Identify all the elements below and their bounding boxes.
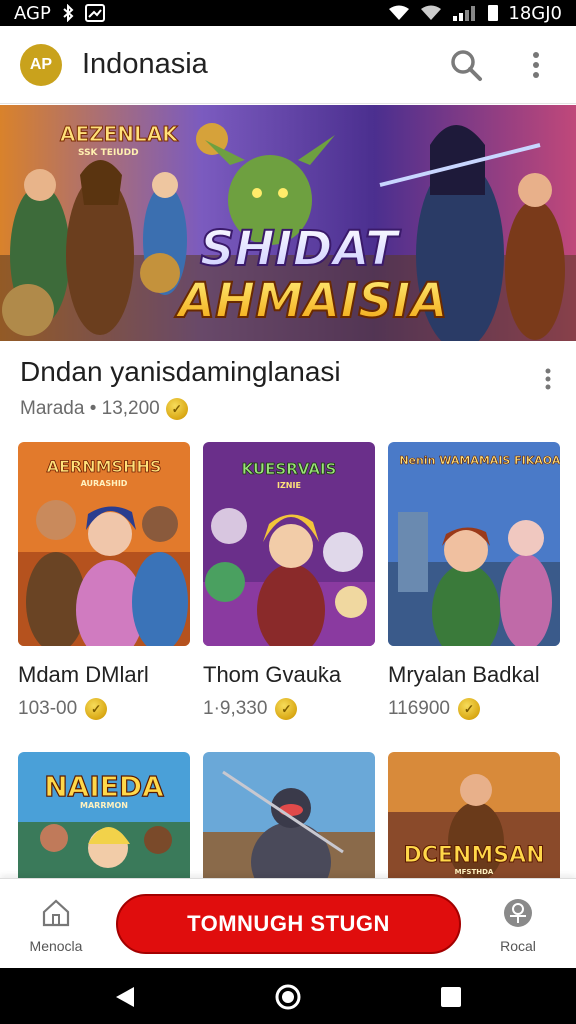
more-vert-icon — [533, 51, 539, 78]
game-title: Thom Gvauk̇a — [203, 662, 342, 687]
banner-title-line2: AHMAISIA — [174, 273, 448, 329]
game-price-row: 116900 ✓ — [388, 698, 560, 720]
home-button[interactable] — [273, 982, 303, 1012]
game-price: 116900 — [388, 698, 450, 719]
status-left-text: AGP — [14, 2, 51, 24]
account-nav-item[interactable]: Rocal — [488, 897, 548, 954]
banner-logo-line1: AEZENLAK — [60, 122, 179, 146]
game-card-4[interactable]: NAIEDA MARRMON — [18, 752, 190, 878]
game-art-5 — [203, 752, 375, 878]
app-actions — [446, 45, 556, 85]
recents-button[interactable] — [436, 982, 466, 1012]
back-icon — [116, 987, 134, 1007]
home-nav-label: Menocla — [29, 938, 83, 954]
game-card-art: Nenin WAMAMAIS FIKAOABS — [388, 442, 560, 646]
game-title: Mdam DMlarl — [18, 662, 149, 687]
status-time: 18GJ0 — [508, 2, 562, 24]
game-price: 1·9,330 — [203, 698, 268, 719]
status-left: AGP — [14, 3, 105, 24]
banner-title-line1: SHIDAT — [200, 221, 401, 277]
game-art-title: AERNMSHHS — [47, 457, 162, 476]
game-art-subtitle: AURASHID — [81, 479, 128, 488]
home-circle-icon — [275, 984, 301, 1010]
section-header: Dndan yanisdaminglanasi Marada • 13,200 … — [20, 356, 560, 420]
status-bar: AGP 18GJ0 — [0, 0, 576, 26]
search-button[interactable] — [446, 45, 486, 85]
game-card-5[interactable] — [203, 752, 375, 878]
image-notification-icon — [84, 4, 105, 22]
wifi-icon — [389, 5, 410, 20]
game-card-art: DCENMSAN MFSTHDA — [388, 752, 560, 878]
game-art-subtitle: MFSTHDA — [455, 868, 494, 876]
account-icon — [504, 899, 532, 927]
coin-icon: ✓ — [165, 398, 188, 420]
page-title: Indonasia — [82, 48, 208, 80]
game-card-6[interactable]: DCENMSAN MFSTHDA — [388, 752, 560, 878]
banner-artwork: AEZENLAK SSK TEIUDD SHIDAT AHMAISIA — [0, 105, 576, 341]
app-bar: AP Indonasia — [0, 26, 576, 104]
game-art-title: NAIEDA — [44, 770, 164, 803]
game-art-4: NAIEDA MARRMON — [18, 752, 190, 878]
game-price-row: 103-00 ✓ — [18, 698, 190, 720]
section-more-button[interactable] — [536, 364, 560, 394]
coin-icon: ✓ — [85, 698, 108, 720]
battery-icon — [488, 5, 499, 21]
game-card-art — [203, 752, 375, 878]
game-art-subtitle: IZNIE — [277, 481, 301, 490]
game-art-title: DCENMSAN — [403, 843, 544, 868]
back-button[interactable] — [110, 982, 140, 1012]
game-art-1: AERNMSHHS AURASHID — [18, 442, 190, 646]
account-nav-label: Rocal — [500, 938, 536, 954]
coin-icon: ✓ — [458, 698, 480, 720]
game-card-1[interactable]: AERNMSHHS AURASHID Mdam DMlarl 103-00 ✓ — [18, 442, 190, 720]
featured-banner[interactable]: AEZENLAK SSK TEIUDD SHIDAT AHMAISIA — [0, 105, 576, 341]
home-nav-item[interactable]: Menocla — [28, 897, 84, 954]
game-card-3[interactable]: Nenin WAMAMAIS FIKAOABS Mryalan Badkal 1… — [388, 442, 560, 720]
game-price: 103-00 — [18, 698, 78, 719]
primary-action-button[interactable]: TOMNUGH STUGN — [116, 894, 461, 954]
game-title: Mryalan Badkal — [388, 662, 540, 687]
game-art-6: DCENMSAN MFSTHDA — [388, 752, 560, 878]
game-art-2: KUESRVAIS IZNIE — [203, 442, 375, 646]
game-card-art: NAIEDA MARRMON — [18, 752, 190, 878]
overflow-menu-button[interactable] — [516, 45, 556, 85]
game-art-title: Nenin WAMAMAIS FIKAOABS — [399, 454, 560, 467]
section-title: Dndan yanisdaminglanasi — [20, 356, 341, 387]
avatar[interactable]: AP — [20, 43, 62, 86]
signal-icon — [453, 6, 476, 21]
game-art-subtitle: MARRMON — [80, 801, 128, 810]
banner-logo-line2: SSK TEIUDD — [78, 148, 139, 158]
game-card-art: KUESRVAIS IZNIE — [203, 442, 375, 646]
game-card-art: AERNMSHHS AURASHID — [18, 442, 190, 646]
more-vert-icon — [545, 368, 551, 390]
game-card-2[interactable]: KUESRVAIS IZNIE Thom Gvauk̇a 1·9,330 ✓ — [203, 442, 375, 720]
game-art-title: KUESRVAIS — [242, 460, 337, 478]
search-icon — [451, 49, 482, 81]
status-right: 18GJ0 — [388, 3, 562, 24]
home-icon — [42, 899, 70, 927]
system-nav-bar — [0, 968, 576, 1024]
section-subtitle: Marada • 13,200 — [20, 398, 160, 419]
game-price-row: 1·9,330 ✓ — [203, 698, 375, 720]
wifi-secondary-icon — [421, 5, 442, 20]
game-art-3: Nenin WAMAMAIS FIKAOABS — [388, 442, 560, 646]
recents-icon — [441, 987, 461, 1007]
bluetooth-icon — [63, 4, 74, 22]
bottom-action-bar: Menocla TOMNUGH STUGN Rocal — [0, 878, 576, 968]
section-subtitle-row: Marada • 13,200 ✓ — [20, 398, 560, 420]
coin-icon: ✓ — [275, 698, 298, 720]
